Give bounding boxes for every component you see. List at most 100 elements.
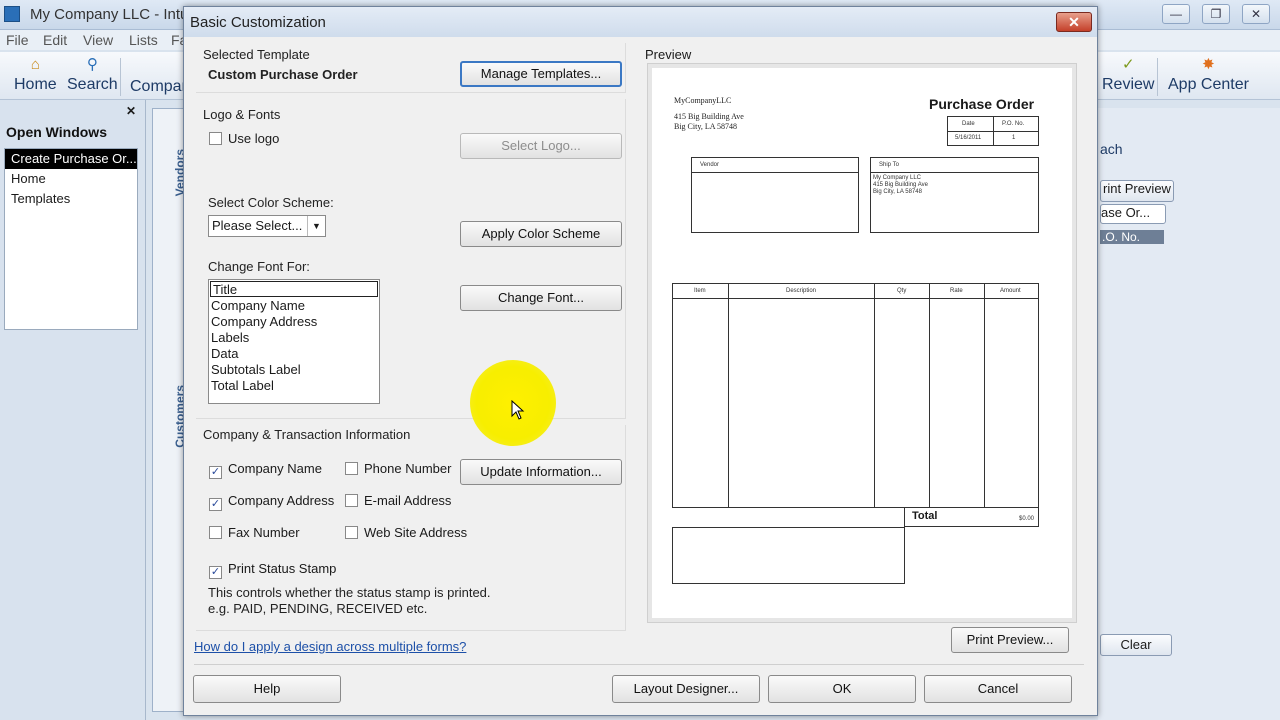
close-icon[interactable]: ✕ [1056,12,1092,32]
preview-address-line2: Big City, LA 58748 [674,122,738,131]
preview-address-line1: 415 Big Building Ave [674,112,744,121]
toolbar-company[interactable]: Compan [130,78,190,96]
print-preview-button[interactable]: Print Preview... [951,627,1069,653]
restore-icon[interactable]: ❐ [1202,4,1230,24]
list-item[interactable]: Company Address [209,314,379,330]
status-stamp-examples: e.g. PAID, PENDING, RECEIVED etc. [208,601,428,616]
menu-edit[interactable]: Edit [43,32,67,48]
preview-date-po-box: Date P.O. No. 5/16/2011 1 [947,116,1039,146]
toolbar-review-label: Review [1102,76,1155,93]
search-icon: ⚲ [86,56,98,73]
checkbox-box[interactable] [345,526,358,539]
open-window-item[interactable]: Home [5,169,137,189]
app-title: My Company LLC - Intu [30,6,189,23]
phone-number-checkbox[interactable]: Phone Number [345,461,451,477]
checkbox-box[interactable] [209,132,222,145]
preview-col-description: Description [786,288,817,294]
fax-number-checkbox[interactable]: Fax Number [209,525,300,541]
checkbox-box[interactable] [345,494,358,507]
open-window-item[interactable]: Templates [5,189,137,209]
preview-memo-box [672,527,905,584]
list-item[interactable]: Total Label [209,378,379,394]
menu-lists[interactable]: Lists [129,32,158,48]
layout-designer-button[interactable]: Layout Designer... [612,675,760,703]
preview-col-rate: Rate [950,288,963,294]
web-site-address-checkbox[interactable]: Web Site Address [345,525,467,541]
list-item[interactable]: Subtotals Label [209,362,379,378]
menu-view[interactable]: View [83,32,113,48]
print-preview-button[interactable]: rint Preview [1100,180,1174,202]
preview-company-name: MyCompanyLLC [674,96,732,105]
list-item[interactable]: Data [209,346,379,362]
minimize-icon[interactable]: — [1162,4,1190,24]
checkbox-box[interactable] [209,526,222,539]
selected-template-value: Custom Purchase Order [208,67,358,82]
preview-vendor-box: Vendor [691,157,859,233]
preview-ship-to-box: Ship To My Company LLC 415 Big Building … [870,157,1039,233]
preview-po-value: 1 [1012,135,1016,141]
app-center-icon: ✸ [1202,56,1215,73]
search-label: ach [1100,141,1123,157]
company-address-label: Company Address [228,493,335,508]
help-link[interactable]: How do I apply a design across multiple … [194,639,466,654]
email-address-checkbox[interactable]: E-mail Address [345,493,451,509]
checkbox-box[interactable]: ✓ [209,566,222,579]
close-icon[interactable]: ✕ [126,104,136,118]
form-select[interactable]: ase Or... [1100,204,1166,224]
toolbar-search[interactable]: ⚲ Search [67,56,118,94]
color-scheme-value: Please Select... [212,218,303,233]
toolbar-search-label: Search [67,76,118,93]
checkbox-box[interactable]: ✓ [209,466,222,479]
font-element-list[interactable]: Title Company Name Company Address Label… [208,279,380,404]
list-item[interactable]: Title [210,281,378,297]
toolbar-home[interactable]: ⌂ Home [14,56,57,94]
use-logo-checkbox[interactable]: Use logo [209,131,279,147]
open-window-item[interactable]: Create Purchase Or... [5,149,137,169]
clear-button[interactable]: Clear [1100,634,1172,656]
preview-col-amount: Amount [1000,288,1021,294]
close-icon[interactable]: ✕ [1242,4,1270,24]
change-font-label: Change Font For: [208,259,310,274]
list-item[interactable]: Company Name [209,298,379,314]
quickbooks-app-icon [4,6,20,22]
preview-label: Preview [645,47,692,62]
preview-col-item: Item [694,288,706,294]
apply-color-scheme-button[interactable]: Apply Color Scheme [460,221,622,247]
company-address-checkbox[interactable]: ✓ Company Address [209,493,335,511]
web-site-address-label: Web Site Address [364,525,468,540]
preview-total-label: Total [912,510,938,522]
help-button[interactable]: Help [193,675,341,703]
checkbox-box[interactable]: ✓ [209,498,222,511]
cancel-button[interactable]: Cancel [924,675,1072,703]
toolbar-app-center[interactable]: ✸ App Center [1168,56,1249,94]
preview-ship-to-header: Ship To [879,162,899,168]
menu-file[interactable]: File [6,32,29,48]
checkbox-box[interactable] [345,462,358,475]
house-icon: ⌂ [30,56,40,73]
right-side-pane: ach rint Preview ase Or... .O. No. Clear [1098,108,1280,720]
update-information-button[interactable]: Update Information... [460,459,622,485]
select-logo-button[interactable]: Select Logo... [460,133,622,159]
dialog-title: Basic Customization [190,14,326,31]
list-item[interactable]: Labels [209,330,379,346]
preview-date-header: Date [962,121,975,127]
preview-po-header: P.O. No. [1002,121,1025,127]
phone-number-label: Phone Number [364,461,452,476]
toolbar-app-center-label: App Center [1168,76,1249,93]
change-font-button[interactable]: Change Font... [460,285,622,311]
ok-button[interactable]: OK [768,675,916,703]
status-stamp-note: This controls whether the status stamp i… [208,585,491,600]
preview-total-value: $0.00 [1019,516,1035,522]
preview-ship-to-line1: My Company LLC [873,175,922,181]
company-info-label: Company & Transaction Information [203,427,411,442]
print-status-stamp-label: Print Status Stamp [228,561,337,576]
manage-templates-button[interactable]: Manage Templates... [460,61,622,87]
color-scheme-select[interactable]: Please Select... ▼ [208,215,326,237]
company-name-checkbox[interactable]: ✓ Company Name [209,461,322,479]
chevron-down-icon[interactable]: ▼ [307,216,325,236]
toolbar-review[interactable]: ✓ Review [1102,56,1154,94]
selected-template-section: Selected Template Custom Purchase Order … [196,43,626,93]
logo-fonts-label: Logo & Fonts [203,107,281,122]
color-scheme-label: Select Color Scheme: [208,195,334,210]
print-status-stamp-checkbox[interactable]: ✓ Print Status Stamp [209,561,337,579]
